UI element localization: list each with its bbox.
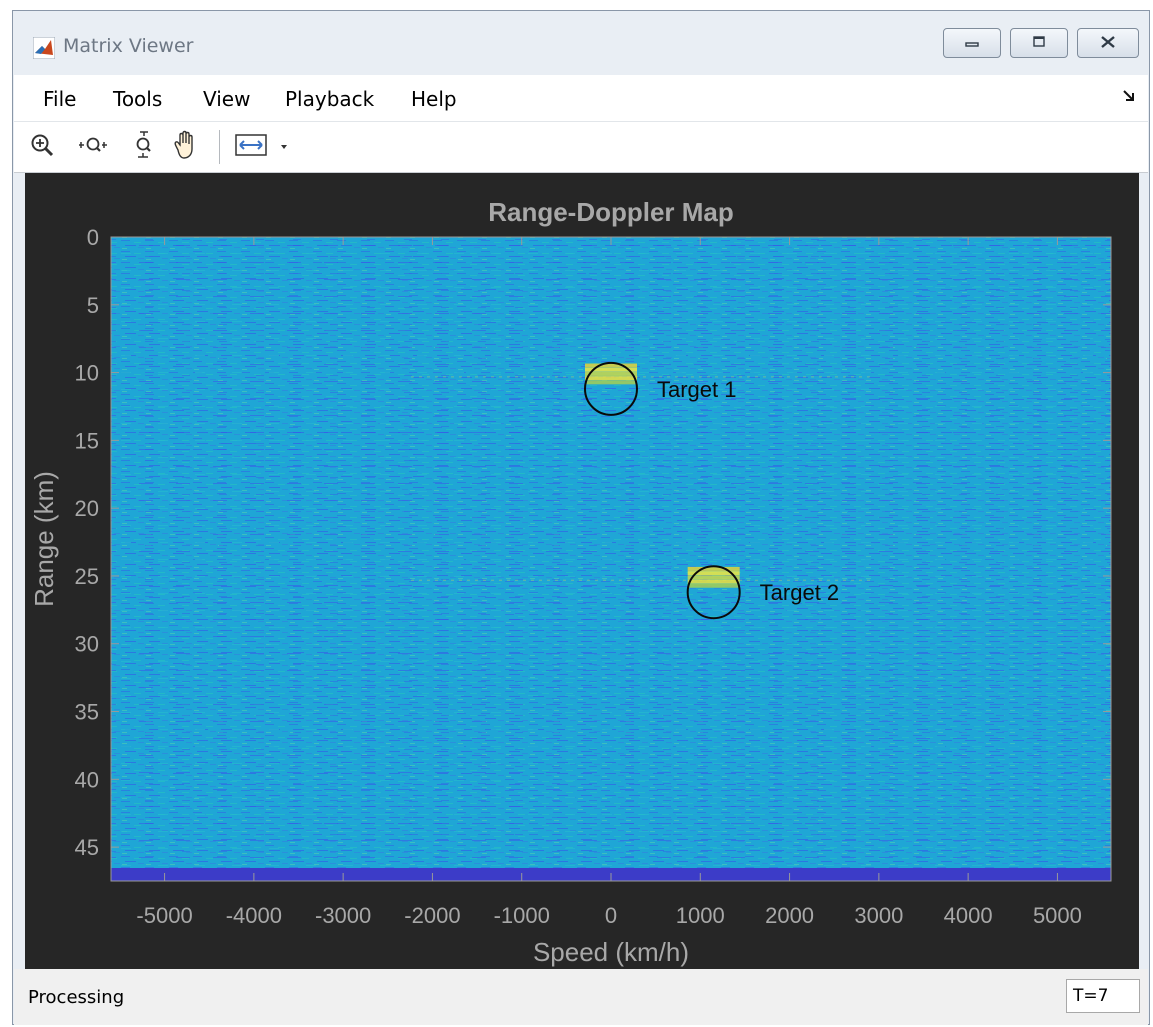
x-tick-label: 5000 — [1033, 903, 1082, 928]
window-title: Matrix Viewer — [63, 35, 194, 57]
menu-view[interactable]: View — [203, 87, 250, 111]
fit-to-view-icon — [234, 132, 268, 163]
minimize-icon — [964, 36, 980, 51]
maximize-icon — [1031, 35, 1047, 52]
chevron-down-icon — [279, 138, 289, 156]
menu-bar: File Tools View Playback Help — [14, 75, 1148, 121]
chart-title: Range-Doppler Map — [488, 197, 734, 227]
zoom-y-button[interactable] — [131, 130, 155, 165]
target-echo-band — [585, 363, 637, 368]
range-doppler-chart[interactable]: Range-Doppler Map Target 1 Target 2 -5000… — [25, 173, 1139, 969]
x-tick-label: 4000 — [944, 903, 993, 928]
target-label-2: Target 2 — [760, 580, 840, 605]
y-tick-label: 5 — [87, 293, 99, 318]
status-bar: Processing T=7 — [14, 969, 1148, 1025]
title-bar[interactable]: Matrix Viewer — [13, 11, 1149, 75]
fit-to-view-dropdown[interactable] — [276, 132, 292, 162]
target-echo-band — [585, 371, 637, 376]
target-echo-band — [687, 575, 740, 580]
y-tick-label: 25 — [75, 564, 99, 589]
y-tick-label: 40 — [75, 767, 99, 792]
plot-area — [110, 236, 1112, 882]
status-text: Processing — [28, 987, 125, 1008]
close-button[interactable] — [1077, 28, 1139, 58]
time-indicator: T=7 — [1066, 979, 1140, 1013]
zoom-in-icon — [29, 132, 55, 163]
menu-file[interactable]: File — [43, 87, 76, 111]
menu-tools[interactable]: Tools — [113, 87, 162, 111]
toolbar-separator — [219, 130, 220, 164]
zoom-x-button[interactable] — [76, 132, 110, 162]
y-tick-label: 35 — [75, 700, 99, 725]
toolbar — [14, 121, 1148, 173]
heatmap-noise-overlay — [111, 237, 1111, 881]
y-tick-label: 45 — [75, 835, 99, 860]
matlab-logo-icon — [32, 36, 56, 60]
fit-to-view-button[interactable] — [233, 132, 269, 162]
x-tick-label: -5000 — [136, 903, 192, 928]
zoom-x-icon — [77, 133, 109, 162]
target-echo-band — [585, 380, 637, 385]
y-tick-label: 30 — [75, 632, 99, 657]
x-tick-label: -2000 — [404, 903, 460, 928]
minimize-button[interactable] — [943, 28, 1001, 58]
x-tick-label: -1000 — [494, 903, 550, 928]
target-label-1: Target 1 — [657, 377, 737, 402]
zoom-in-button[interactable] — [28, 132, 56, 162]
x-tick-label: 0 — [605, 903, 617, 928]
menu-help[interactable]: Help — [411, 87, 457, 111]
x-tick-label: 1000 — [676, 903, 725, 928]
y-tick-label: 15 — [75, 428, 99, 453]
close-icon — [1099, 35, 1117, 52]
target-echo-band — [687, 566, 740, 571]
matrix-viewer-window: Matrix Viewer File Tools View Playback H… — [12, 10, 1150, 1025]
y-tick-label: 10 — [75, 361, 99, 386]
menu-playback[interactable]: Playback — [285, 87, 374, 111]
maximize-button[interactable] — [1010, 28, 1068, 58]
pan-button[interactable] — [169, 130, 203, 165]
x-tick-label: -3000 — [315, 903, 371, 928]
target-echo-band — [687, 583, 740, 588]
y-tick-label: 0 — [87, 225, 99, 250]
x-tick-label: -4000 — [226, 903, 282, 928]
x-tick-label: 3000 — [854, 903, 903, 928]
pan-hand-icon — [170, 130, 202, 165]
zoom-y-icon — [132, 130, 154, 165]
undock-arrow-icon[interactable] — [1122, 89, 1136, 106]
y-tick-label: 20 — [75, 496, 99, 521]
x-axis-label: Speed (km/h) — [533, 937, 689, 967]
figure-panel: Range-Doppler Map Target 1 Target 2 -5000… — [25, 173, 1139, 969]
x-tick-label: 2000 — [765, 903, 814, 928]
y-axis-label: Range (km) — [29, 471, 59, 607]
